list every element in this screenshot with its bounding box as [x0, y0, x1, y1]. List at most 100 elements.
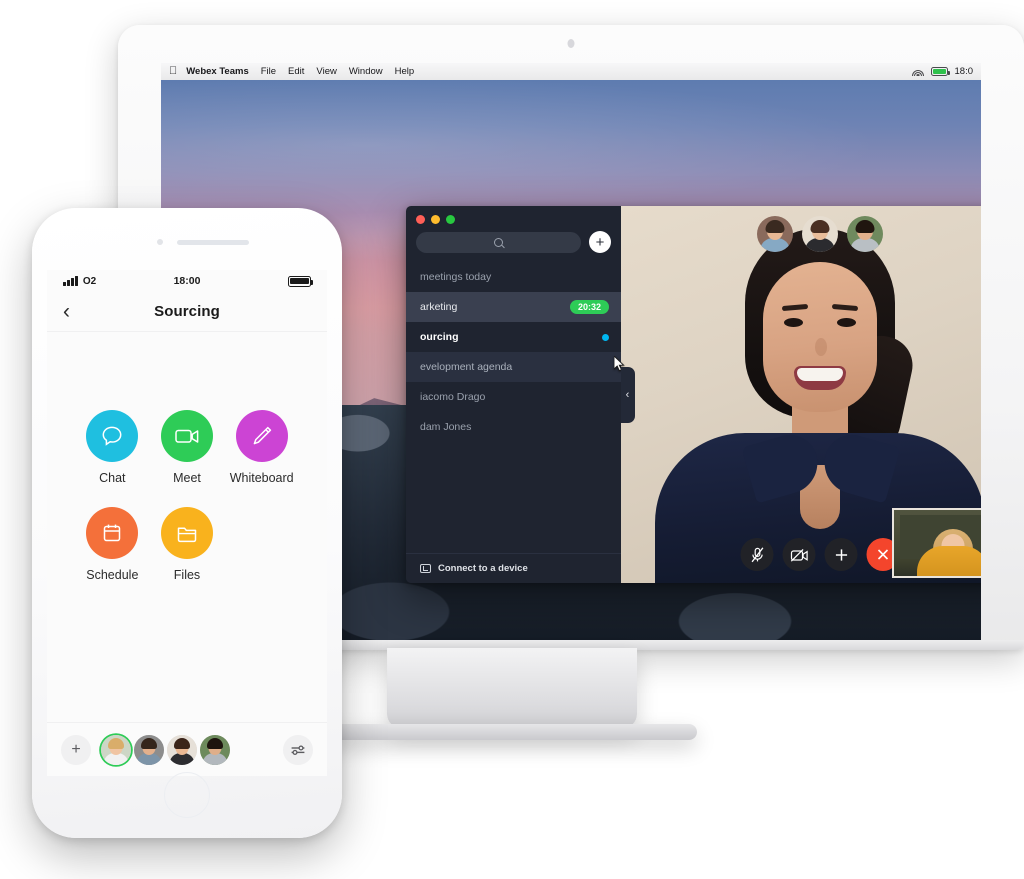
folder-icon	[177, 527, 197, 543]
wifi-icon[interactable]	[911, 67, 924, 76]
microphone-muted-icon	[751, 546, 763, 562]
menu-item-view[interactable]: View	[316, 66, 336, 77]
unread-dot-icon	[602, 333, 609, 341]
participant-avatar[interactable]	[757, 216, 793, 252]
member-avatars	[101, 734, 233, 765]
meet-button[interactable]	[160, 410, 213, 462]
space-label: iacomo Drago	[420, 391, 486, 403]
menu-item-help[interactable]: Help	[395, 66, 415, 77]
schedule-button[interactable]	[86, 507, 139, 559]
zoom-window-button[interactable]	[446, 215, 455, 224]
space-item-development-agenda[interactable]: evelopment agenda	[406, 352, 621, 382]
page-title: Sourcing	[154, 303, 220, 320]
webex-sidebar: + meetings today arketing 20:32 ourcing	[406, 206, 625, 583]
video-call-pane: ‹	[621, 206, 981, 583]
minimize-window-button[interactable]	[431, 215, 440, 224]
menu-app-name[interactable]: Webex Teams	[186, 66, 248, 77]
webex-teams-window: + meetings today arketing 20:32 ourcing	[406, 206, 981, 583]
space-label: ourcing	[420, 331, 459, 343]
space-item-meetings-today[interactable]: meetings today	[406, 262, 621, 292]
add-participant-button[interactable]	[824, 538, 858, 571]
webcam-dot	[567, 39, 575, 48]
close-icon	[877, 549, 889, 560]
close-window-button[interactable]	[416, 215, 425, 224]
plus-icon	[835, 548, 847, 561]
space-item-adam-jones[interactable]: dam Jones	[406, 412, 621, 442]
space-label: meetings today	[420, 271, 492, 283]
new-space-button[interactable]: +	[589, 231, 611, 253]
member-avatar[interactable]	[200, 734, 230, 765]
space-actions-grid: Chat Meet Whiteboard Schedule Files	[47, 410, 327, 582]
space-label: evelopment agenda	[420, 361, 513, 373]
action-label: Whiteboard	[229, 471, 294, 485]
mute-microphone-button[interactable]	[740, 538, 774, 571]
speaker-eye-right	[837, 318, 856, 327]
space-item-giacomo-drago[interactable]: iacomo Drago	[406, 382, 621, 412]
whiteboard-button[interactable]	[235, 410, 288, 462]
phone-screen: O2 18:00 ‹ Sourcing Chat Meet Whiteboard…	[47, 270, 327, 776]
battery-icon	[288, 275, 313, 287]
cast-icon	[420, 564, 431, 573]
menu-item-file[interactable]: File	[261, 66, 276, 77]
call-controls	[740, 538, 900, 571]
collapse-panel-button[interactable]: ‹	[621, 366, 635, 423]
add-people-button[interactable]: +	[61, 734, 91, 765]
speaker-mouth	[794, 366, 846, 390]
menubar-clock[interactable]: 18:0	[955, 66, 974, 77]
self-view-thumbnail[interactable]	[892, 508, 981, 578]
member-avatar[interactable]	[101, 734, 131, 765]
meeting-time-badge[interactable]: 20:32	[569, 299, 609, 315]
earpiece-speaker	[177, 240, 249, 245]
chat-button[interactable]	[86, 410, 139, 462]
front-camera-dot	[157, 239, 163, 245]
member-avatar[interactable]	[167, 734, 197, 765]
status-clock: 18:00	[173, 275, 201, 287]
stop-video-button[interactable]	[782, 538, 816, 571]
signal-bars-icon	[63, 276, 78, 286]
action-label: Schedule	[86, 568, 139, 582]
pencil-icon	[253, 426, 271, 445]
iphone-device: O2 18:00 ‹ Sourcing Chat Meet Whiteboard…	[32, 208, 342, 838]
action-files[interactable]: Files	[151, 507, 223, 582]
monitor-foot	[327, 724, 697, 740]
files-button[interactable]	[160, 507, 213, 559]
macos-menubar:  Webex Teams File Edit View Window Help…	[161, 63, 981, 80]
window-traffic-lights	[406, 206, 621, 224]
home-button[interactable]	[164, 772, 210, 818]
space-item-marketing[interactable]: arketing 20:32	[406, 292, 621, 322]
search-input[interactable]	[416, 231, 581, 253]
connect-to-device-label: Connect to a device	[438, 563, 528, 574]
member-avatar[interactable]	[134, 734, 164, 765]
calendar-icon	[104, 524, 121, 542]
action-schedule[interactable]: Schedule	[76, 507, 148, 582]
space-item-sourcing[interactable]: ourcing	[406, 322, 621, 352]
action-meet[interactable]: Meet	[151, 410, 223, 485]
space-list: meetings today arketing 20:32 ourcing ev…	[406, 262, 621, 553]
speaker-eye-left	[784, 318, 803, 327]
sidebar-search-row: +	[406, 224, 621, 262]
action-label: Chat	[99, 471, 126, 485]
filter-button[interactable]	[283, 734, 313, 765]
chat-bubble-icon	[102, 426, 122, 446]
action-whiteboard[interactable]: Whiteboard	[226, 410, 298, 485]
monitor-stand	[387, 648, 637, 728]
action-label: Meet	[173, 471, 201, 485]
carrier-label: O2	[82, 275, 97, 287]
phone-bottom-bar: +	[47, 722, 327, 776]
action-label: Files	[173, 568, 201, 582]
participant-avatar[interactable]	[802, 216, 838, 252]
speaker-nose	[815, 338, 827, 356]
phone-nav-bar: ‹ Sourcing	[47, 292, 327, 332]
back-button[interactable]: ‹	[63, 301, 70, 322]
participant-avatar-strip	[757, 216, 883, 252]
menu-item-window[interactable]: Window	[349, 66, 383, 77]
connect-to-device-button[interactable]: Connect to a device	[406, 553, 621, 583]
action-chat[interactable]: Chat	[76, 410, 148, 485]
space-label: arketing	[420, 301, 458, 313]
apple-logo-icon[interactable]: 	[169, 66, 177, 77]
camera-muted-icon	[790, 548, 808, 562]
participant-avatar[interactable]	[847, 216, 883, 252]
menu-item-edit[interactable]: Edit	[288, 66, 304, 77]
phone-status-bar: O2 18:00	[47, 270, 327, 292]
battery-icon[interactable]	[930, 67, 950, 76]
